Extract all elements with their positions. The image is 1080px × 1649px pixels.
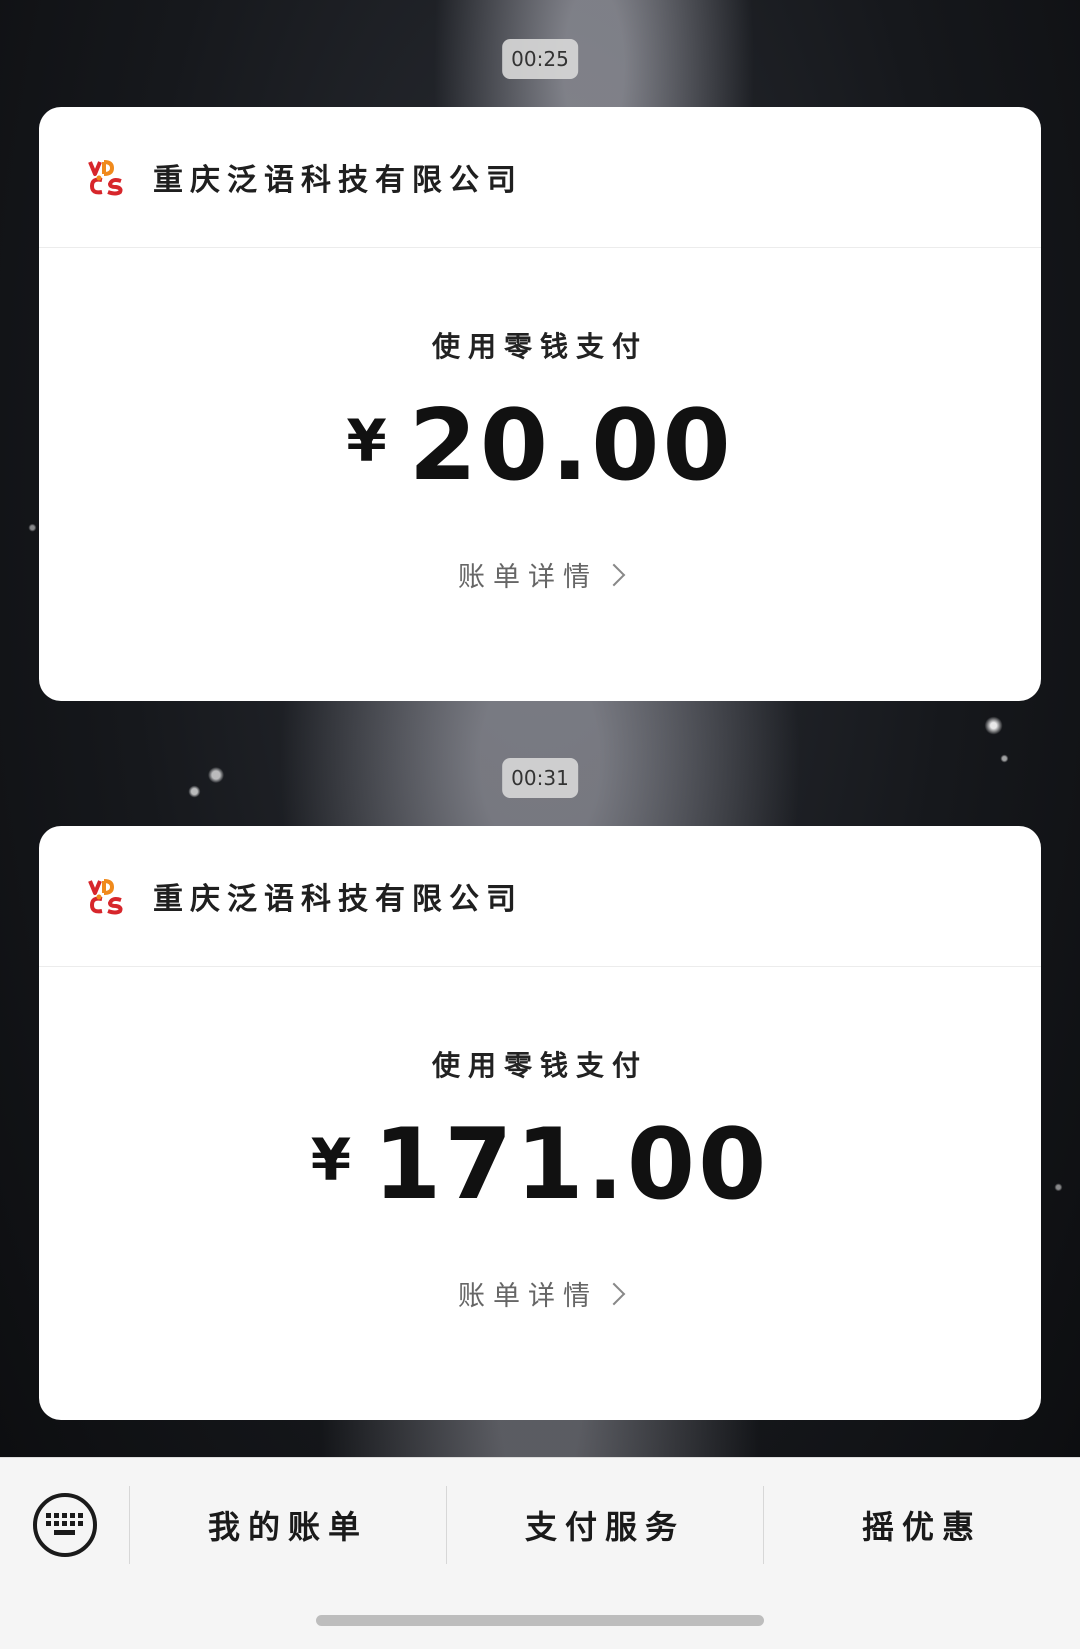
menu-item-my-bills[interactable]: 我的账单 — [130, 1458, 446, 1592]
merchant-name: 重庆泛语科技有限公司 — [153, 163, 523, 198]
keyboard-icon — [32, 1493, 97, 1557]
bill-details-label: 账单详情 — [458, 1281, 598, 1312]
home-indicator[interactable] — [316, 1615, 764, 1626]
service-menu-bar: 我的账单 支付服务 摇优惠 — [0, 1457, 1080, 1649]
menu-item-shake-deals[interactable]: 摇优惠 — [764, 1458, 1080, 1592]
amount-row: ¥ 171.00 — [39, 1116, 1041, 1214]
merchant-logo-icon — [87, 876, 127, 916]
payment-card[interactable]: 重庆泛语科技有限公司 使用零钱支付 ¥ 171.00 账单详情 — [39, 826, 1041, 1420]
payment-amount: 20.00 — [408, 389, 734, 503]
bill-details-link[interactable]: 账单详情 — [39, 1274, 1041, 1313]
payment-method-label: 使用零钱支付 — [431, 1049, 648, 1082]
payment-method-label: 使用零钱支付 — [431, 330, 648, 363]
payment-amount: 171.00 — [373, 1108, 770, 1222]
merchant-logo-icon — [87, 157, 127, 197]
currency-symbol: ¥ — [310, 1126, 352, 1194]
keyboard-toggle-button[interactable] — [0, 1458, 129, 1592]
bill-details-link[interactable]: 账单详情 — [39, 555, 1041, 594]
menu-item-payment-services[interactable]: 支付服务 — [447, 1458, 763, 1592]
payment-card[interactable]: 重庆泛语科技有限公司 使用零钱支付 ¥ 20.00 账单详情 — [39, 107, 1041, 701]
chevron-right-icon — [602, 563, 626, 586]
merchant-header: 重庆泛语科技有限公司 — [39, 107, 1041, 248]
amount-row: ¥ 20.00 — [39, 397, 1041, 495]
chevron-right-icon — [602, 1282, 626, 1305]
currency-symbol: ¥ — [346, 407, 387, 475]
bill-details-label: 账单详情 — [458, 562, 598, 593]
merchant-header: 重庆泛语科技有限公司 — [39, 826, 1041, 967]
menu-row: 我的账单 支付服务 摇优惠 — [0, 1458, 1080, 1592]
message-timestamp: 00:31 — [502, 758, 578, 798]
message-timestamp: 00:25 — [502, 39, 578, 79]
merchant-name: 重庆泛语科技有限公司 — [153, 882, 523, 917]
